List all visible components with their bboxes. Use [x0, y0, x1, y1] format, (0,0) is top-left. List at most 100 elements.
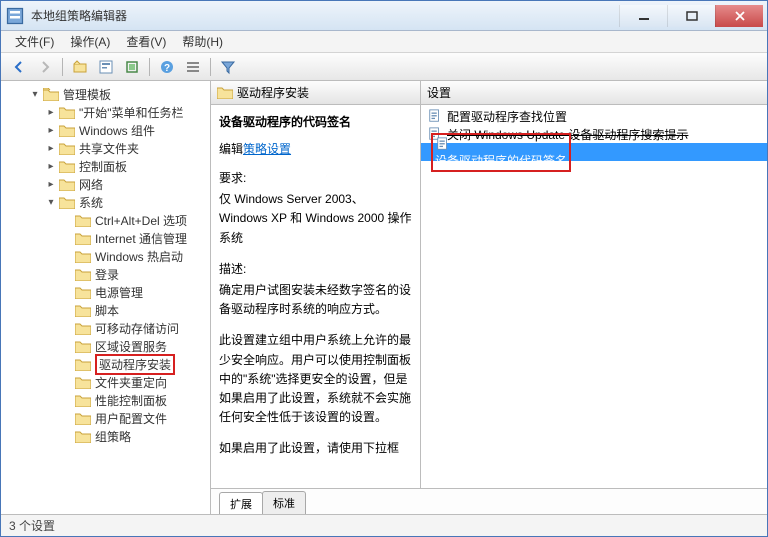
folder-icon [59, 178, 75, 191]
tree-panel[interactable]: ▾ 管理模板 ▸ "开始"菜单和任务栏 ▸ Windows 组件 ▸ 共享文件夹 ▸ 控制面板… [1, 81, 211, 514]
tree-label: 性能控制面板 [95, 392, 167, 409]
expand-icon[interactable]: ▸ [45, 142, 57, 154]
close-button[interactable] [715, 5, 763, 27]
expand-icon[interactable]: ▸ [45, 178, 57, 190]
tab-standard[interactable]: 标准 [262, 491, 306, 514]
edit-policy-link[interactable]: 策略设置 [243, 142, 291, 156]
tree-item[interactable]: 组策略 [1, 427, 210, 445]
folder-icon [75, 430, 91, 443]
folder-icon [75, 214, 91, 227]
tree-item[interactable]: ▸ Windows 组件 [1, 121, 210, 139]
tree-item[interactable]: ▸ 共享文件夹 [1, 139, 210, 157]
collapse-icon[interactable]: ▾ [45, 196, 57, 208]
description-panel: 驱动程序安装 设备驱动程序的代码签名 编辑策略设置 要求: 仅 Windows … [211, 81, 421, 488]
app-icon [5, 6, 25, 26]
folder-icon [75, 268, 91, 281]
list-item-label: 配置驱动程序查找位置 [447, 108, 567, 125]
toolbar-properties-button[interactable] [94, 56, 118, 78]
toolbar-filter-button[interactable] [216, 56, 240, 78]
tree-label: 驱动程序安装 [95, 354, 175, 375]
description-text-3: 如果启用了此设置，请使用下拉框 [219, 439, 412, 458]
description-body: 设备驱动程序的代码签名 编辑策略设置 要求: 仅 Windows Server … [211, 105, 420, 488]
tree-label: 登录 [95, 266, 119, 283]
toolbar-separator [62, 58, 63, 76]
window-controls [619, 5, 763, 27]
tree-label: 共享文件夹 [79, 140, 139, 157]
description-label: 描述: [219, 260, 412, 279]
tree-item[interactable]: Internet 通信管理 [1, 229, 210, 247]
tree-item[interactable]: ▾ 系统 [1, 193, 210, 211]
tree-label: Ctrl+Alt+Del 选项 [95, 212, 187, 229]
folder-icon [75, 232, 91, 245]
toolbar-refresh-button[interactable] [120, 56, 144, 78]
tree-item[interactable]: Windows 热启动 [1, 247, 210, 265]
list-item[interactable]: 配置驱动程序查找位置 [421, 107, 767, 125]
tree-item[interactable]: 驱动程序安装 [1, 355, 210, 373]
folder-icon [75, 304, 91, 317]
folder-icon [75, 358, 91, 371]
tree-label: Windows 热启动 [95, 248, 183, 265]
requirements-text: 仅 Windows Server 2003、Windows XP 和 Windo… [219, 190, 412, 248]
bottom-tabs: 扩展 标准 [211, 488, 767, 514]
policy-icon [427, 108, 443, 124]
folder-icon [59, 124, 75, 137]
tree-item[interactable]: 脚本 [1, 301, 210, 319]
folder-icon [59, 142, 75, 155]
requirements-label: 要求: [219, 169, 412, 188]
tree-item[interactable]: ▸ 控制面板 [1, 157, 210, 175]
right-area: 驱动程序安装 设备驱动程序的代码签名 编辑策略设置 要求: 仅 Windows … [211, 81, 767, 514]
titlebar: 本地组策略编辑器 [1, 1, 767, 31]
tree-label: 电源管理 [95, 284, 143, 301]
window-title: 本地组策略编辑器 [31, 7, 619, 24]
menu-file[interactable]: 文件(F) [7, 31, 62, 52]
menu-view[interactable]: 查看(V) [118, 31, 174, 52]
collapse-icon[interactable]: ▾ [29, 88, 41, 100]
tree-item[interactable]: 用户配置文件 [1, 409, 210, 427]
policy-title: 设备驱动程序的代码签名 [219, 113, 412, 130]
toolbar-up-button[interactable] [68, 56, 92, 78]
expand-icon[interactable]: ▸ [45, 106, 57, 118]
toolbar-back-button[interactable] [7, 56, 31, 78]
folder-icon [217, 86, 233, 99]
tree-item[interactable]: 电源管理 [1, 283, 210, 301]
toolbar-separator [210, 58, 211, 76]
tree-label: Windows 组件 [79, 122, 155, 139]
tree-item[interactable]: 文件夹重定向 [1, 373, 210, 391]
description-header: 驱动程序安装 [211, 81, 420, 105]
tree-item[interactable]: ▸网络 [1, 175, 210, 193]
tree-item[interactable]: 可移动存储访问 [1, 319, 210, 337]
folder-icon [75, 376, 91, 389]
folder-icon [43, 88, 59, 101]
tree-root[interactable]: ▾ 管理模板 [1, 85, 210, 103]
status-text: 3 个设置 [9, 517, 55, 534]
tree-label: 系统 [79, 194, 103, 211]
toolbar-help-button[interactable]: ? [155, 56, 179, 78]
list-item[interactable]: 设备驱动程序的代码签名 [421, 143, 767, 161]
items-header[interactable]: 设置 [421, 81, 767, 105]
toolbar-forward-button[interactable] [33, 56, 57, 78]
tree-item[interactable]: 性能控制面板 [1, 391, 210, 409]
menu-help[interactable]: 帮助(H) [174, 31, 231, 52]
items-list[interactable]: 配置驱动程序查找位置关闭 Windows Update 设备驱动程序搜索提示设备… [421, 105, 767, 488]
menu-action[interactable]: 操作(A) [62, 31, 118, 52]
folder-icon [75, 250, 91, 263]
maximize-button[interactable] [667, 5, 715, 27]
toolbar-list-button[interactable] [181, 56, 205, 78]
svg-text:?: ? [164, 63, 170, 74]
expand-icon[interactable]: ▸ [45, 124, 57, 136]
tree-label: "开始"菜单和任务栏 [79, 104, 184, 121]
content: ▾ 管理模板 ▸ "开始"菜单和任务栏 ▸ Windows 组件 ▸ 共享文件夹 ▸ 控制面板… [1, 81, 767, 514]
tree-item[interactable]: ▸ "开始"菜单和任务栏 [1, 103, 210, 121]
tab-extended[interactable]: 扩展 [219, 492, 263, 514]
tree-item[interactable]: 区域设置服务 [1, 337, 210, 355]
tree-item[interactable]: 登录 [1, 265, 210, 283]
tree-label: 区域设置服务 [95, 338, 167, 355]
expand-icon[interactable]: ▸ [45, 160, 57, 172]
tree-label: 控制面板 [79, 158, 127, 175]
tree-label: 用户配置文件 [95, 410, 167, 427]
tree-label: 管理模板 [63, 86, 111, 103]
tree-item[interactable]: Ctrl+Alt+Del 选项 [1, 211, 210, 229]
policy-icon [435, 136, 451, 152]
tree-label: 文件夹重定向 [95, 374, 167, 391]
minimize-button[interactable] [619, 5, 667, 27]
